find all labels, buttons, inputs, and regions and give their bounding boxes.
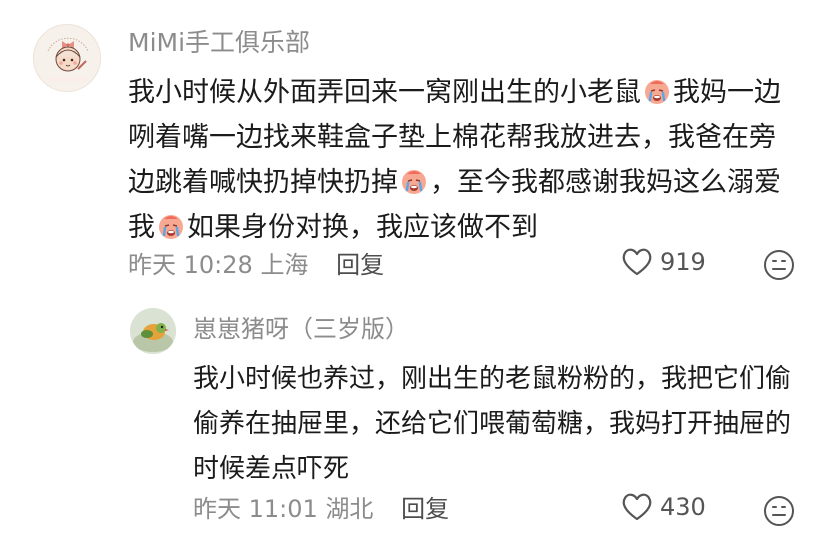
username[interactable]: 崽崽猪呀（三岁版）: [193, 313, 409, 345]
heart-outline-icon: [622, 248, 652, 276]
comment-location: 湖北: [325, 495, 374, 523]
comment-text: 我小时候也养过，刚出生的老鼠粉粉的，我把它们偷偷养在抽屉里，还给它们喂葡萄糖，我…: [193, 364, 792, 484]
username[interactable]: MiMi手工俱乐部: [128, 27, 310, 59]
smiley-face-icon: [764, 496, 794, 526]
crying-face-emoji: [642, 75, 672, 105]
comment-text-part: 我小时候从外面弄回来一窝刚出生的小老鼠: [128, 77, 641, 108]
like-count: 919: [660, 248, 706, 276]
like-button[interactable]: 919: [620, 247, 706, 277]
reply-button[interactable]: 回复: [336, 251, 384, 279]
crying-face-emoji: [156, 210, 186, 240]
comment-meta: 昨天 11:01 湖北 回复: [193, 494, 449, 524]
heart-outline-icon: [622, 493, 652, 521]
avatar[interactable]: [130, 308, 176, 354]
avatar-photo: [130, 308, 176, 354]
like-count: 430: [660, 493, 706, 521]
comment-location: 上海: [260, 251, 309, 279]
avatar[interactable]: [33, 24, 101, 92]
comment-meta: 昨天 10:28 上海 回复: [128, 250, 384, 280]
crying-face-emoji: [399, 165, 429, 195]
comment-text: 我小时候从外面弄回来一窝刚出生的小老鼠 我妈一边咧着嘴一边找来鞋盒子垫上棉花帮我放…: [128, 70, 796, 250]
comment-text-part: 如果身份对换，我应该做不到: [187, 212, 538, 243]
like-button[interactable]: 430: [620, 492, 706, 522]
comment-time: 昨天 11:01: [193, 495, 318, 523]
smiley-face-icon: [764, 250, 794, 280]
comment-time: 昨天 10:28: [128, 251, 253, 279]
reply-button[interactable]: 回复: [401, 495, 449, 523]
emoji-react-button[interactable]: [762, 248, 796, 286]
comment-item: MiMi手工俱乐部 我小时候从外面弄回来一窝刚出生的小老鼠 我妈一边咧着嘴一边找来…: [0, 0, 828, 300]
emoji-react-button[interactable]: [762, 494, 796, 532]
avatar-illustration: [47, 37, 89, 82]
comment-thread: MiMi手工俱乐部 我小时候从外面弄回来一窝刚出生的小老鼠 我妈一边咧着嘴一边找来…: [0, 0, 828, 546]
